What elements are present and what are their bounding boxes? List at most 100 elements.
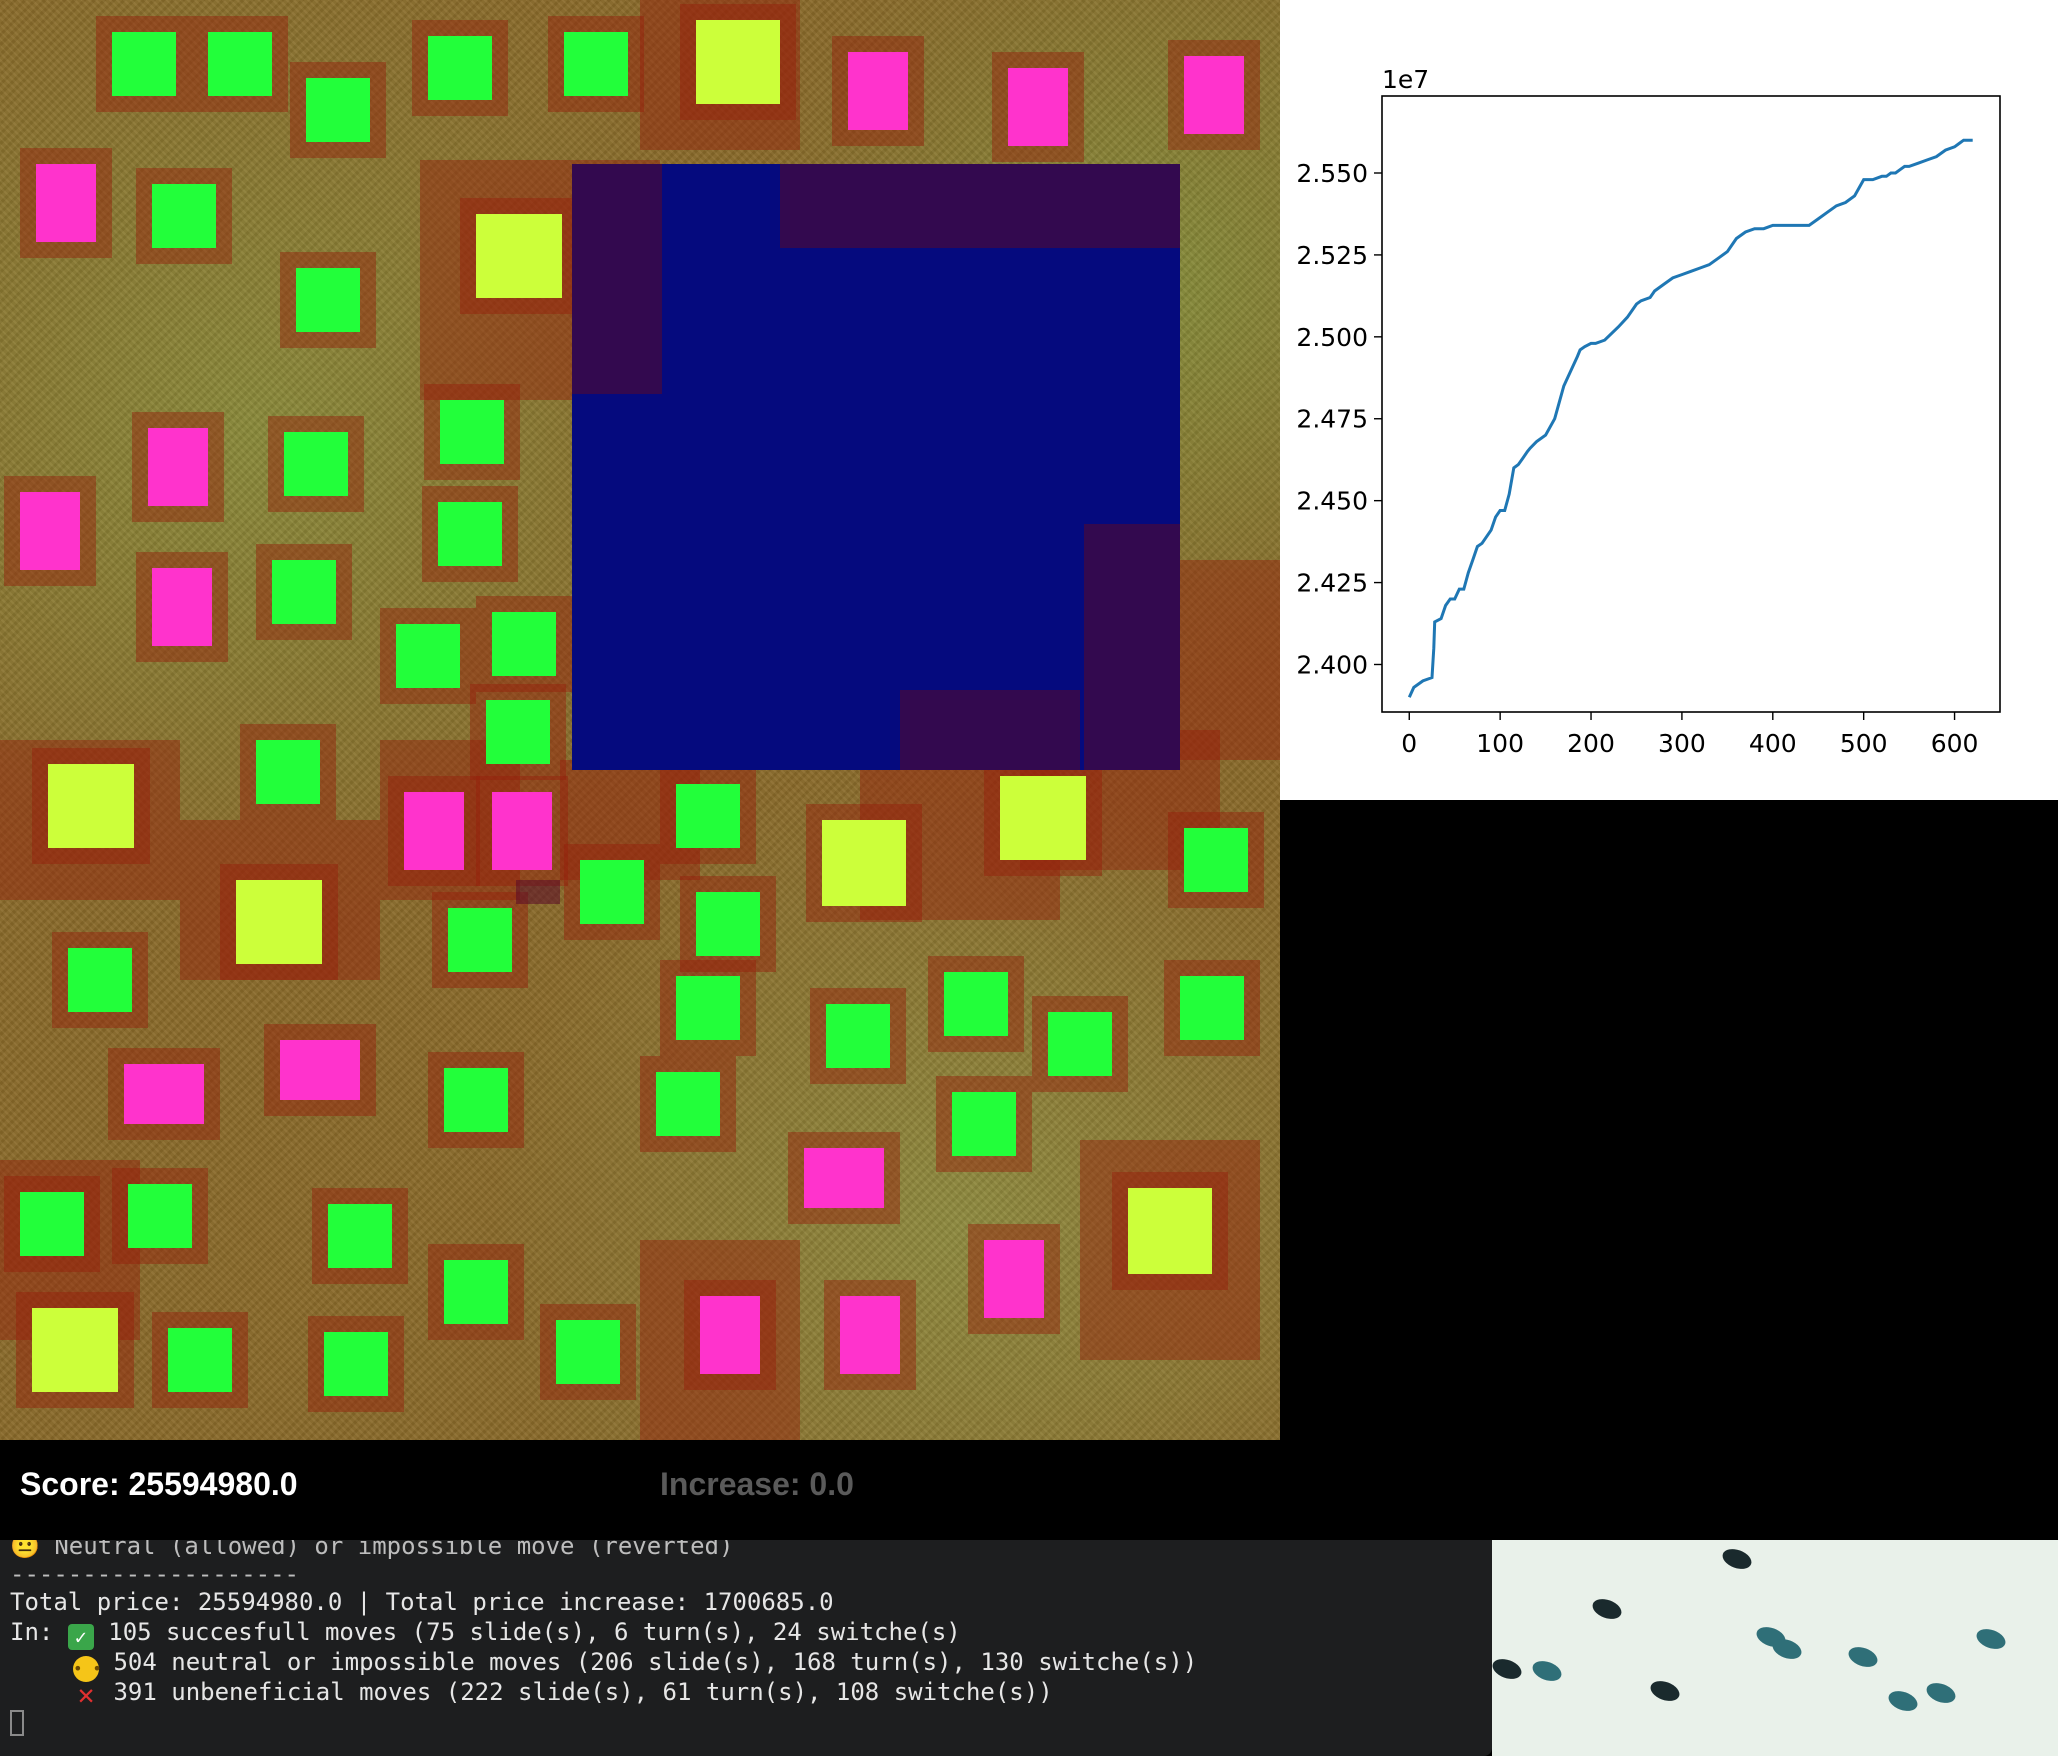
- pink-block[interactable]: [1184, 56, 1244, 134]
- green-block[interactable]: [564, 32, 628, 96]
- yellow-block[interactable]: [822, 820, 906, 906]
- pink-block[interactable]: [124, 1064, 204, 1124]
- green-block[interactable]: [444, 1260, 508, 1324]
- green-block[interactable]: [486, 700, 550, 764]
- wallpaper-pattern: [1492, 1655, 1525, 1683]
- green-block[interactable]: [580, 860, 644, 924]
- wallpaper-pattern: [1719, 1545, 1755, 1573]
- neutral-moves-text: 504 neutral or impossible moves (206 sli…: [99, 1648, 1198, 1676]
- green-block[interactable]: [168, 1328, 232, 1392]
- terminal-total-price: Total price: 25594980.0 | Total price in…: [10, 1588, 834, 1616]
- green-block[interactable]: [952, 1092, 1016, 1156]
- green-block[interactable]: [328, 1204, 392, 1268]
- pink-block[interactable]: [848, 52, 908, 130]
- desktop-wallpaper: [1492, 1540, 2058, 1756]
- green-block[interactable]: [676, 976, 740, 1040]
- wallpaper-pattern: [1845, 1643, 1881, 1671]
- pink-block[interactable]: [280, 1040, 360, 1100]
- yellow-block[interactable]: [1000, 776, 1086, 860]
- green-block[interactable]: [296, 268, 360, 332]
- green-block[interactable]: [676, 784, 740, 848]
- wallpaper-pattern: [1589, 1595, 1625, 1623]
- plot-frame: [1381, 95, 2001, 713]
- green-block[interactable]: [1184, 828, 1248, 892]
- overlap-shade: [900, 690, 1080, 770]
- pink-block[interactable]: [840, 1296, 900, 1374]
- yellow-block[interactable]: [48, 764, 134, 848]
- pink-block[interactable]: [492, 792, 552, 870]
- successful-moves-text: 105 succesfull moves (75 slide(s), 6 tur…: [93, 1618, 961, 1646]
- green-block[interactable]: [256, 740, 320, 804]
- green-block[interactable]: [444, 1068, 508, 1132]
- y-tick-label: 2.525: [1296, 241, 1368, 270]
- green-block[interactable]: [1180, 976, 1244, 1040]
- overlap-shade: [780, 164, 1180, 248]
- terminal-successful-moves: In: ✓ 105 succesfull moves (75 slide(s),…: [10, 1618, 961, 1650]
- pink-block[interactable]: [20, 492, 80, 570]
- green-block[interactable]: [396, 624, 460, 688]
- game-board[interactable]: [0, 0, 1280, 1440]
- green-block[interactable]: [272, 560, 336, 624]
- y-tick-label: 2.475: [1296, 405, 1368, 434]
- terminal-line-neutral-legend: 😐 Neutral (allowed) or impossible move (…: [10, 1540, 734, 1560]
- x-tick-label: 100: [1476, 729, 1524, 758]
- wallpaper-pattern: [1529, 1657, 1565, 1685]
- score-history-chart: 0 100 200 300 400 500 600 2.400 2.425 2.450 2.475 2…: [1280, 0, 2058, 800]
- overlap-shade: [1084, 524, 1180, 770]
- y-tick-label: 2.500: [1296, 323, 1368, 352]
- green-block[interactable]: [112, 32, 176, 96]
- green-block[interactable]: [428, 36, 492, 100]
- green-block[interactable]: [284, 432, 348, 496]
- overlap-shade: [516, 880, 560, 904]
- cross-mark-icon: ✕: [77, 1678, 95, 1711]
- increase-label: Increase: 0.0: [660, 1466, 854, 1502]
- green-block[interactable]: [324, 1332, 388, 1396]
- pink-block[interactable]: [700, 1296, 760, 1374]
- green-block[interactable]: [68, 948, 132, 1012]
- pink-block[interactable]: [984, 1240, 1044, 1318]
- green-block[interactable]: [438, 502, 502, 566]
- yellow-block[interactable]: [696, 20, 780, 104]
- pink-block[interactable]: [804, 1148, 884, 1208]
- green-block[interactable]: [556, 1320, 620, 1384]
- green-block[interactable]: [492, 612, 556, 676]
- y-offset-label: 1e7: [1382, 65, 1429, 94]
- green-block[interactable]: [20, 1192, 84, 1256]
- terminal-separator: --------------------: [10, 1560, 299, 1588]
- x-tick-label: 300: [1658, 729, 1706, 758]
- wallpaper-pattern: [1923, 1679, 1959, 1707]
- green-block[interactable]: [1048, 1012, 1112, 1076]
- pink-block[interactable]: [36, 164, 96, 242]
- chart-svg: 0 100 200 300 400 500 600 2.400 2.425 2.450 2.475 2…: [1296, 65, 2001, 758]
- x-tick-label: 200: [1567, 729, 1615, 758]
- green-block[interactable]: [306, 78, 370, 142]
- pink-block[interactable]: [148, 428, 208, 506]
- pink-block[interactable]: [1008, 68, 1068, 146]
- green-block[interactable]: [696, 892, 760, 956]
- green-block[interactable]: [128, 1184, 192, 1248]
- pink-block[interactable]: [404, 792, 464, 870]
- pink-block[interactable]: [152, 568, 212, 646]
- green-block[interactable]: [826, 1004, 890, 1068]
- y-tick-label: 2.450: [1296, 487, 1368, 516]
- terminal-neutral-moves: • • 504 neutral or impossible moves (206…: [10, 1648, 1197, 1682]
- yellow-block[interactable]: [32, 1308, 118, 1392]
- terminal-unbeneficial-moves: ✕ 391 unbeneficial moves (222 slide(s), …: [10, 1678, 1053, 1711]
- x-tick-label: 600: [1931, 729, 1979, 758]
- yellow-block[interactable]: [1128, 1188, 1212, 1274]
- green-block[interactable]: [152, 184, 216, 248]
- green-block[interactable]: [944, 972, 1008, 1036]
- terminal-cursor: [10, 1710, 24, 1736]
- green-block[interactable]: [208, 32, 272, 96]
- wallpaper-pattern: [1647, 1677, 1683, 1705]
- x-tick-label: 500: [1840, 729, 1888, 758]
- green-block[interactable]: [440, 400, 504, 464]
- wallpaper-pattern: [1769, 1635, 1805, 1663]
- yellow-block[interactable]: [236, 880, 322, 964]
- green-block[interactable]: [448, 908, 512, 972]
- y-tick-label: 2.425: [1296, 569, 1368, 598]
- yellow-block[interactable]: [476, 214, 562, 298]
- terminal-window[interactable]: 😐 Neutral (allowed) or impossible move (…: [0, 1540, 1492, 1756]
- green-block[interactable]: [656, 1072, 720, 1136]
- y-tick-label: 2.400: [1296, 650, 1368, 679]
